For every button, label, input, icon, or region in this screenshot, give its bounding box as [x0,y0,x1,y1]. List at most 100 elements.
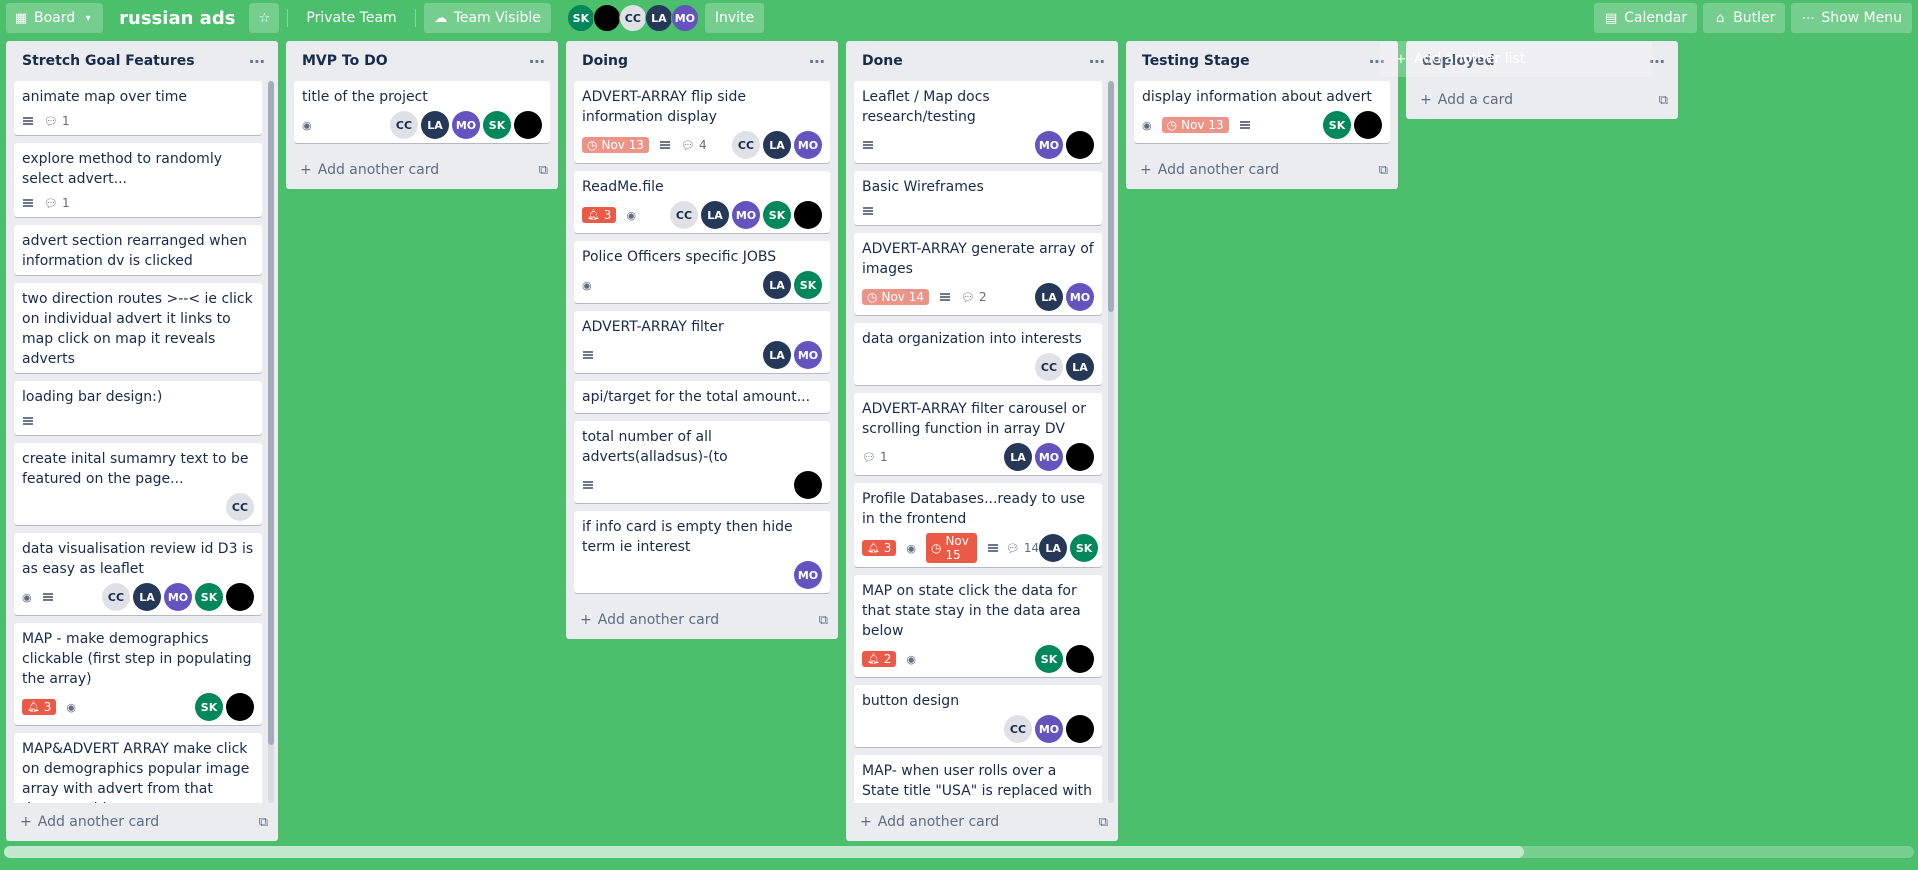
avatar[interactable] [1066,443,1094,471]
avatar[interactable]: LA [763,341,791,369]
avatar[interactable]: MO [164,583,192,611]
more-icon[interactable]: ⋯ [249,52,266,71]
card[interactable]: ADVERT-ARRAY filter LA MO [574,311,830,373]
template-icon[interactable]: ⧉ [259,815,268,830]
scrollbar-thumb[interactable] [268,81,274,746]
due-date-badge[interactable]: ◷ Nov 13 [582,137,649,153]
list-title[interactable]: Testing Stage [1142,53,1250,69]
card[interactable]: if info card is empty then hide term ie … [574,511,830,593]
avatar[interactable]: CC [1004,715,1032,743]
card[interactable]: ReadMe.file 🔔︎ 3 ◉ CC LA MO SK [574,171,830,233]
card[interactable]: Profile Databases...ready to use in the … [854,483,1102,567]
card[interactable]: MAP- when user rolls over a State title … [854,755,1102,803]
card[interactable]: two direction routes >--< ie click on in… [14,283,262,373]
avatar[interactable] [514,111,542,139]
avatar[interactable]: SK [1035,645,1063,673]
show-menu-button[interactable]: ⋯ Show Menu [1791,3,1912,33]
add-card-button[interactable]: + Add another card [580,612,719,628]
template-icon[interactable]: ⧉ [1099,815,1108,830]
avatar[interactable]: CC [732,131,760,159]
card[interactable]: ADVERT-ARRAY flip side information displ… [574,81,830,163]
avatar[interactable]: CC [1035,353,1063,381]
avatar[interactable]: LA [133,583,161,611]
star-button[interactable]: ☆ [249,3,280,33]
butler-button[interactable]: ⌂ Butler [1703,3,1786,33]
template-icon[interactable]: ⧉ [819,613,828,628]
add-card-button[interactable]: + Add another card [20,814,159,830]
card[interactable]: api/target for the total amount... [574,381,830,413]
template-icon[interactable]: ⧉ [1379,163,1388,178]
avatar[interactable]: MO [1035,715,1063,743]
board-menu-button[interactable]: ▦ Board ▾ [6,3,104,33]
avatar[interactable] [592,4,621,32]
avatar[interactable]: MO [794,131,822,159]
card[interactable]: total number of all adverts(alladsus)-(t… [574,421,830,503]
card[interactable]: create inital sumamry text to be feature… [14,443,262,525]
avatar[interactable] [1066,715,1094,743]
avatar[interactable] [794,471,822,499]
avatar[interactable]: CC [226,493,254,521]
avatar[interactable]: MO [670,4,699,32]
template-icon[interactable]: ⧉ [1659,93,1668,108]
visibility-button[interactable]: Private Team [296,3,406,33]
horizontal-scrollbar[interactable] [4,846,1914,858]
avatar[interactable]: SK [1070,534,1099,562]
card[interactable]: MAP&ADVERT ARRAY make click on demograph… [14,733,262,803]
card[interactable]: ADVERT-ARRAY filter carousel or scrollin… [854,393,1102,475]
avatar[interactable]: MO [1035,131,1063,159]
due-date-badge[interactable]: ◷ Nov 14 [862,289,929,305]
vertical-scrollbar[interactable] [1108,81,1114,803]
avatar[interactable]: LA [763,271,791,299]
more-icon[interactable]: ⋯ [1089,52,1106,71]
card[interactable]: explore method to randomly select advert… [14,143,262,217]
avatar[interactable]: LA [701,201,729,229]
list-title[interactable]: Stretch Goal Features [22,53,195,69]
list-title[interactable]: Doing [582,53,628,69]
avatar[interactable]: SK [483,111,511,139]
avatar[interactable]: LA [1035,283,1063,311]
avatar[interactable] [226,583,254,611]
avatar[interactable]: CC [670,201,698,229]
template-icon[interactable]: ⧉ [539,163,548,178]
avatar[interactable]: CC [102,583,130,611]
card[interactable]: loading bar design:) [14,381,262,435]
add-card-button[interactable]: + Add another card [860,814,999,830]
card[interactable]: button design CC MO [854,685,1102,747]
avatar[interactable]: SK [1323,111,1351,139]
card[interactable]: display information about advert ◉ ◷ Nov 13… [1134,81,1390,143]
avatar[interactable] [1354,111,1382,139]
card[interactable]: MAP - make demographics clickable (first… [14,623,262,725]
card[interactable]: data organization into interests CC LA [854,323,1102,385]
avatar[interactable]: SK [195,693,223,721]
add-card-button[interactable]: + Add another card [1140,162,1279,178]
avatar[interactable]: MO [794,341,822,369]
avatar[interactable]: SK [566,4,595,32]
due-date-badge[interactable]: ◷ Nov 15 [925,533,978,563]
calendar-button[interactable]: ▤ Calendar [1594,3,1698,33]
avatar[interactable]: SK [763,201,791,229]
list-title[interactable]: MVP To DO [302,53,388,69]
card[interactable]: title of the project ◉ CC LA MO SK [294,81,550,143]
card[interactable]: Basic Wireframes [854,171,1102,225]
avatar[interactable]: LA [763,131,791,159]
avatar[interactable]: MO [732,201,760,229]
invite-button[interactable]: Invite [704,3,765,33]
avatar[interactable]: MO [1066,283,1094,311]
scrollbar-thumb[interactable] [4,846,1524,858]
due-date-badge[interactable]: ◷ Nov 13 [1161,117,1229,133]
card[interactable]: Leaflet / Map docs research/testing MO [854,81,1102,163]
avatar[interactable]: CC [618,4,647,32]
scrollbar-thumb[interactable] [1108,81,1114,313]
avatar[interactable] [1066,131,1094,159]
avatar[interactable] [1066,645,1094,673]
card[interactable]: MAP on state click the data for that sta… [854,575,1102,677]
avatar[interactable]: LA [1039,534,1068,562]
card[interactable]: Police Officers specific JOBS ◉ LA SK [574,241,830,303]
more-icon[interactable]: ⋯ [809,52,826,71]
avatar[interactable]: MO [794,561,822,589]
avatar[interactable]: MO [1035,443,1063,471]
card[interactable]: ADVERT-ARRAY generate array of images ◷ No… [854,233,1102,315]
card[interactable]: data visualisation review id D3 is as ea… [14,533,262,615]
add-list-button[interactable]: + Add another list [1380,41,1652,77]
avatar[interactable]: LA [1066,353,1094,381]
